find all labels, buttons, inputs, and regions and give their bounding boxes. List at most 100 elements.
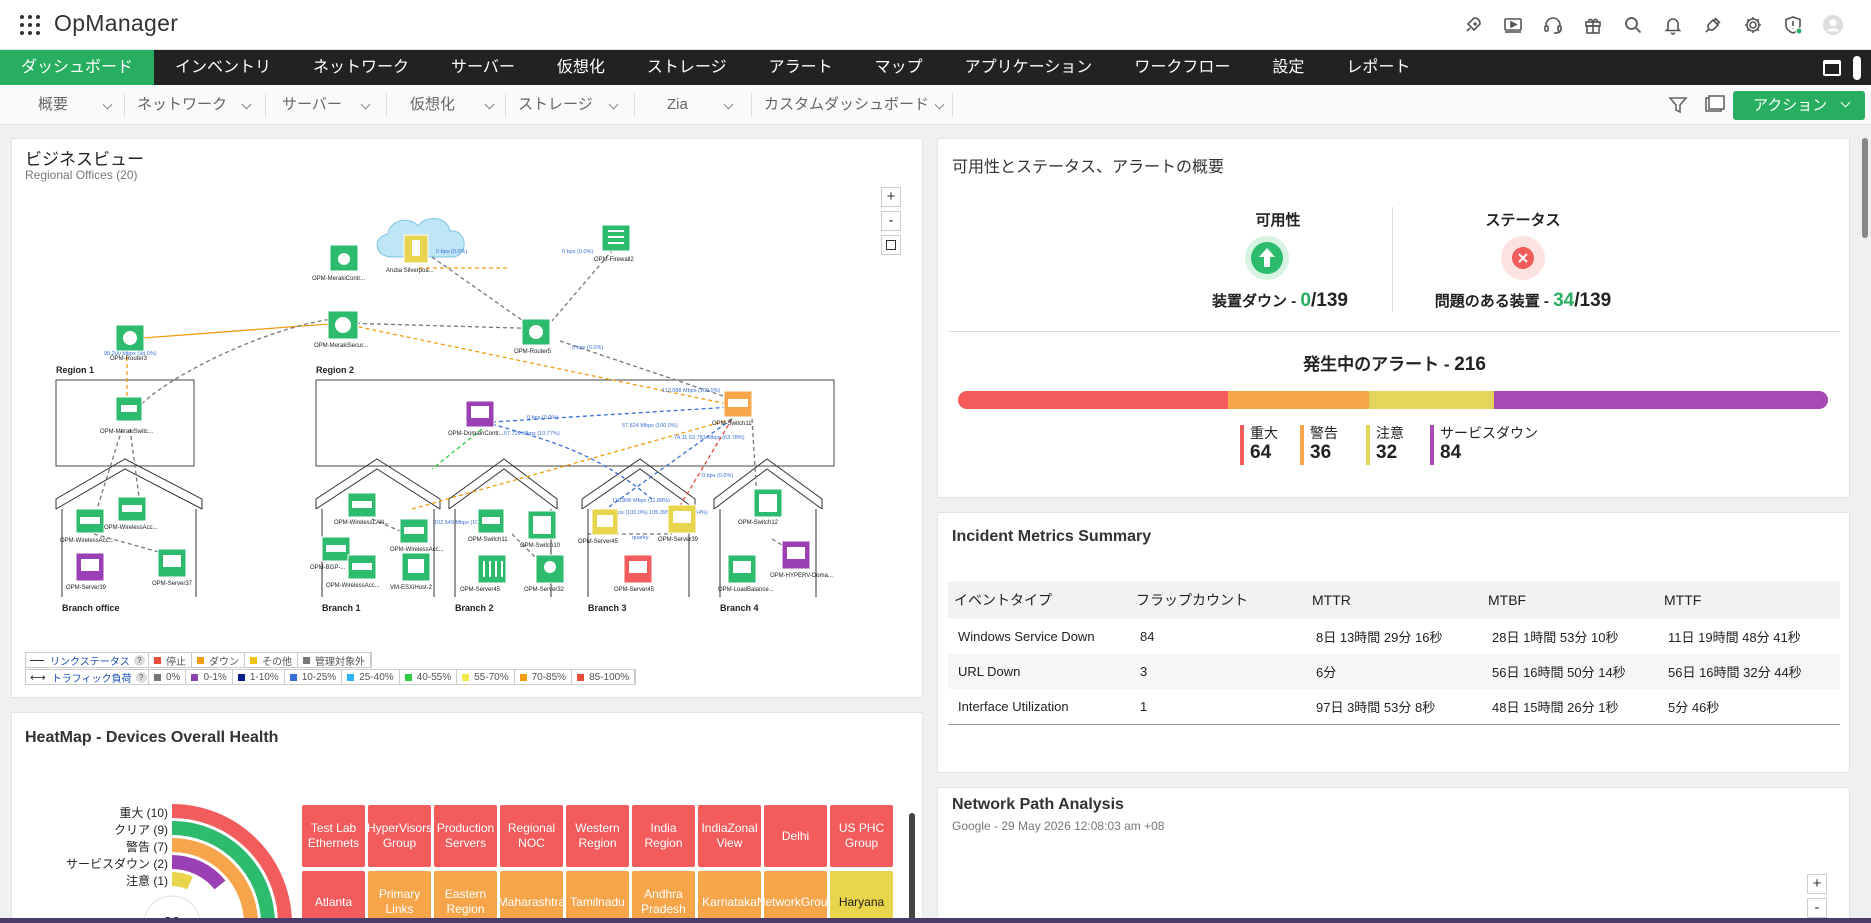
subnav-virtualization[interactable]: 仮想化 xyxy=(410,85,495,125)
nav-settings[interactable]: 設定 xyxy=(1251,50,1325,85)
search-icon[interactable] xyxy=(1613,12,1653,38)
help-icon[interactable]: ? xyxy=(135,671,147,683)
zoom-out-button[interactable]: - xyxy=(881,211,901,231)
nav-storage[interactable]: ストレージ xyxy=(626,50,748,85)
device-node[interactable]: OPM-Server45 xyxy=(614,554,655,593)
heatmap-cell[interactable]: Regional NOC xyxy=(500,805,563,867)
heatmap-cell[interactable]: Test Lab Ethernets xyxy=(302,805,365,867)
avatar-icon[interactable] xyxy=(1813,12,1853,38)
heatmap-cell[interactable]: Delhi xyxy=(764,805,827,867)
device-node[interactable]: OPM-WirelessAcc... xyxy=(104,496,158,531)
heatmap-cell[interactable]: Karnataka xyxy=(698,871,761,923)
device-node[interactable]: OPM-Router3 xyxy=(110,324,148,362)
device-node[interactable]: OPM-HYPERV-Doma... xyxy=(770,540,833,579)
zoom-out-button[interactable]: - xyxy=(1807,898,1827,918)
device-node[interactable]: OPM-BGP-... xyxy=(310,536,351,571)
device-node[interactable]: OPM-MerakiSecur... xyxy=(314,310,368,349)
subnav-network[interactable]: ネットワーク xyxy=(137,85,252,125)
heatmap-cell[interactable]: Western Region xyxy=(566,805,629,867)
device-node[interactable]: OPM-Firewall2 xyxy=(594,224,634,263)
heatmap-cell[interactable]: US PHC Group xyxy=(830,805,893,867)
action-button[interactable]: アクション xyxy=(1733,91,1865,120)
topology-map[interactable]: Region 1 Region 2 Branch office Branch 1… xyxy=(12,179,872,649)
heatmap-cell[interactable]: Tamilnadu xyxy=(566,871,629,923)
gear-icon[interactable] xyxy=(1733,12,1773,38)
subnav-overview[interactable]: 概要 xyxy=(38,85,113,125)
nav-maps[interactable]: マップ xyxy=(854,50,944,85)
subnav-zia[interactable]: Zia xyxy=(667,85,734,125)
heatmap-cell[interactable]: Haryana xyxy=(830,871,893,923)
device-node[interactable]: OPM-Server32 xyxy=(524,554,565,593)
table-row[interactable]: Windows Service Down 84 8日 13時間 29分 16秒 … xyxy=(948,619,1840,654)
heatmap-cell[interactable]: Eastern Region xyxy=(434,871,497,923)
rocket-icon[interactable] xyxy=(1453,12,1493,38)
help-icon[interactable]: ? xyxy=(133,654,145,666)
widget-icon[interactable] xyxy=(1703,95,1725,115)
page-scrollbar[interactable] xyxy=(1862,138,1868,238)
device-node[interactable]: VM-ESXiHost-2 xyxy=(390,552,433,591)
nav-dashboard[interactable]: ダッシュボード xyxy=(0,50,155,85)
fit-view-button[interactable] xyxy=(881,235,901,255)
device-node[interactable]: OPM-Switch11 xyxy=(712,390,753,427)
alert-bar-critical[interactable] xyxy=(958,391,1228,409)
column-header[interactable]: フラップカウント xyxy=(1130,581,1306,619)
device-node[interactable]: OPM-MerakiContr... xyxy=(312,244,365,282)
alert-shield-icon[interactable] xyxy=(1773,12,1813,38)
device-node[interactable]: OPM-Router5 xyxy=(514,318,552,355)
bell-icon[interactable] xyxy=(1653,12,1693,38)
nav-workflow[interactable]: ワークフロー xyxy=(1113,50,1251,85)
devices-down-stat[interactable]: 装置ダウン - 0/139 xyxy=(1200,290,1360,312)
alert-legend-critical[interactable]: 重大 64 xyxy=(1240,425,1278,465)
app-grid-icon[interactable] xyxy=(20,15,40,35)
heatmap-cell[interactable]: Primary Links xyxy=(368,871,431,923)
device-node[interactable]: OPM-DomainContr... xyxy=(448,400,504,437)
nav-applications[interactable]: アプリケーション xyxy=(944,50,1114,85)
heatmap-cell[interactable]: India Region xyxy=(632,805,695,867)
nav-virtualization[interactable]: 仮想化 xyxy=(536,50,626,85)
heatmap-cell[interactable]: NetworkGroup xyxy=(757,871,834,923)
alert-bar-trouble[interactable] xyxy=(1369,391,1494,409)
heatmap-cell[interactable]: Maharashtra xyxy=(498,871,565,923)
column-header[interactable]: イベントタイプ xyxy=(948,581,1130,619)
zoom-in-button[interactable]: + xyxy=(881,187,901,207)
device-node[interactable]: OPM-LoadBalance... xyxy=(718,554,774,593)
subnav-server[interactable]: サーバー xyxy=(282,85,371,125)
device-node[interactable]: OPM-Server45 xyxy=(460,554,507,593)
alert-bar-service-down[interactable] xyxy=(1494,391,1828,409)
alert-legend-warning[interactable]: 警告 36 xyxy=(1300,425,1338,465)
device-node[interactable]: OPM-Server37 xyxy=(152,548,193,587)
column-header[interactable]: MTBF xyxy=(1482,581,1658,619)
column-header[interactable]: MTTF xyxy=(1658,581,1840,619)
plug-icon[interactable] xyxy=(1693,12,1733,38)
table-row[interactable]: URL Down 3 6分 56日 16時間 50分 14秒 56日 16時間 … xyxy=(948,654,1840,689)
device-node[interactable]: OPM-MerakiSwitc... xyxy=(100,396,153,435)
zoom-in-button[interactable]: + xyxy=(1807,874,1827,894)
device-node[interactable]: OPM-Switch10 xyxy=(520,510,561,549)
device-node[interactable]: OPM-Switch11 xyxy=(468,508,508,543)
device-node[interactable]: OPM-Server39 xyxy=(66,552,107,591)
device-node[interactable]: OPM-Server45 xyxy=(578,508,619,545)
heatmap-cell[interactable]: HyperVisors Group xyxy=(367,805,432,867)
alert-legend-trouble[interactable]: 注意 32 xyxy=(1366,425,1404,465)
headset-icon[interactable] xyxy=(1533,12,1573,38)
nav-server[interactable]: サーバー xyxy=(430,50,536,85)
heatmap-scrollbar[interactable] xyxy=(909,813,915,923)
filter-icon[interactable] xyxy=(1667,94,1689,116)
alert-legend-service-down[interactable]: サービスダウン 84 xyxy=(1430,425,1538,465)
alert-bar-warning[interactable] xyxy=(1228,391,1369,409)
subnav-storage[interactable]: ストレージ xyxy=(518,85,619,125)
nav-network[interactable]: ネットワーク xyxy=(292,50,430,85)
heatmap-cell[interactable]: IndiaZonal View xyxy=(698,805,761,867)
nav-inventory[interactable]: インベントリ xyxy=(154,50,292,85)
video-icon[interactable] xyxy=(1493,12,1533,38)
nav-scroll-handle[interactable] xyxy=(1853,55,1861,80)
column-header[interactable]: MTTR xyxy=(1306,581,1482,619)
heatmap-cell[interactable]: Atlanta xyxy=(302,871,365,923)
heatmap-cell[interactable]: Production Servers xyxy=(434,805,497,867)
table-row[interactable]: Interface Utilization 1 97日 3時間 53分 8秒 4… xyxy=(948,689,1840,725)
gift-icon[interactable] xyxy=(1573,12,1613,38)
heatmap-cell[interactable]: Andhra Pradesh xyxy=(632,871,695,923)
nav-reports[interactable]: レポート xyxy=(1325,50,1431,85)
subnav-custom-dashboard[interactable]: カスタムダッシュボード xyxy=(764,85,945,125)
window-icon[interactable] xyxy=(1823,59,1841,76)
